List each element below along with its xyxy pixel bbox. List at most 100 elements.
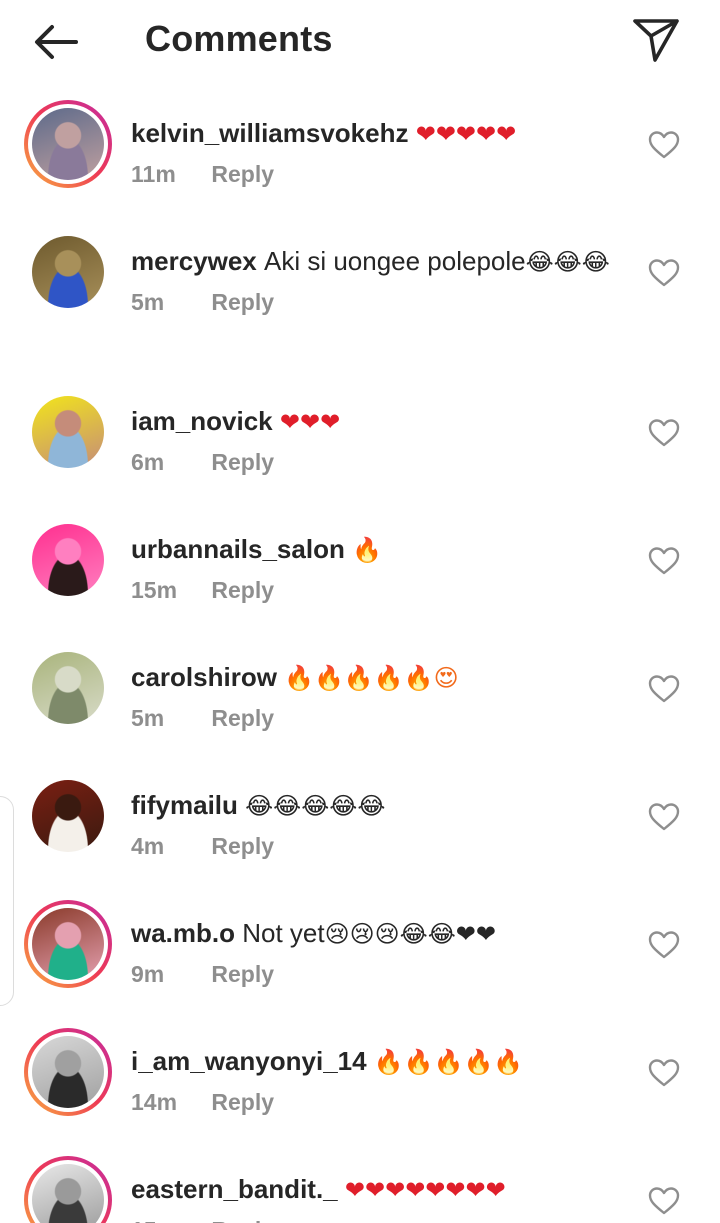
avatar-photo: [32, 236, 104, 308]
reply-button[interactable]: Reply: [211, 833, 274, 859]
back-arrow-icon[interactable]: [30, 18, 82, 66]
comment-username[interactable]: carolshirow: [131, 662, 284, 692]
reply-button[interactable]: Reply: [211, 1089, 274, 1115]
comment-username[interactable]: urbannails_salon: [131, 534, 352, 564]
avatar[interactable]: [24, 1028, 112, 1116]
avatar-photo: [32, 1036, 104, 1108]
comment-body: mercywex Aki si uongee polepole😂😂😂 5m Re…: [131, 244, 621, 316]
comment-body: fifymailu 😂😂😂😂😂 4m Reply: [131, 788, 621, 860]
comment-row[interactable]: mercywex Aki si uongee polepole😂😂😂 5m Re…: [0, 228, 720, 356]
comment-text: urbannails_salon 🔥: [131, 532, 621, 567]
comment-meta: 5m Reply: [131, 705, 621, 732]
reply-button[interactable]: Reply: [211, 577, 274, 603]
comment-timestamp: 4m: [131, 833, 165, 859]
comment-timestamp: 11m: [131, 161, 176, 187]
comment-body: iam_novick ❤❤❤ 6m Reply: [131, 404, 621, 476]
comment-text: i_am_wanyonyi_14 🔥🔥🔥🔥🔥: [131, 1044, 621, 1079]
comment-row[interactable]: wa.mb.o Not yet😢😢😢😂😂❤❤ 9m Reply: [0, 900, 720, 1028]
heart-like-icon[interactable]: [648, 1058, 680, 1088]
comment-username[interactable]: kelvin_williamsvokehz: [131, 118, 416, 148]
comment-text: fifymailu 😂😂😂😂😂: [131, 788, 621, 823]
reply-button[interactable]: Reply: [211, 961, 274, 987]
avatar[interactable]: [24, 516, 112, 604]
comment-body: kelvin_williamsvokehz ❤❤❤❤❤ 11m Reply: [131, 116, 621, 188]
heart-like-icon[interactable]: [648, 130, 680, 160]
heart-like-icon[interactable]: [648, 546, 680, 576]
avatar-photo: [32, 780, 104, 852]
comment-body: carolshirow 🔥🔥🔥🔥🔥😍 5m Reply: [131, 660, 621, 732]
comment-timestamp: 15m: [131, 1217, 191, 1223]
comment-timestamp: 6m: [131, 449, 165, 475]
avatar-photo: [32, 908, 104, 980]
comment-text: kelvin_williamsvokehz ❤❤❤❤❤: [131, 116, 621, 151]
comment-meta: 14m Reply: [131, 1089, 621, 1116]
comment-message: Not yet: [242, 918, 325, 948]
comment-emoji: 😢😢😢😂😂❤❤: [324, 920, 496, 948]
comment-text: carolshirow 🔥🔥🔥🔥🔥😍: [131, 660, 621, 695]
comment-meta: 6m Reply: [131, 449, 621, 476]
comment-row[interactable]: fifymailu 😂😂😂😂😂 4m Reply: [0, 772, 720, 900]
comment-username[interactable]: i_am_wanyonyi_14: [131, 1046, 374, 1076]
comment-username[interactable]: eastern_bandit._: [131, 1174, 345, 1204]
comment-body: i_am_wanyonyi_14 🔥🔥🔥🔥🔥 14m Reply: [131, 1044, 621, 1116]
share-send-icon[interactable]: [630, 14, 682, 66]
avatar[interactable]: [24, 388, 112, 476]
comment-row[interactable]: eastern_bandit._ ❤❤❤❤❤❤❤❤ 15m Reply: [0, 1156, 720, 1223]
avatar[interactable]: [24, 900, 112, 988]
reply-button[interactable]: Reply: [211, 449, 274, 475]
comment-row[interactable]: carolshirow 🔥🔥🔥🔥🔥😍 5m Reply: [0, 644, 720, 772]
comment-meta: 11m Reply: [131, 161, 621, 188]
reply-button[interactable]: Reply: [211, 705, 274, 731]
comment-emoji: ❤❤❤❤❤: [415, 120, 517, 148]
comment-meta: 4m Reply: [131, 833, 621, 860]
avatar[interactable]: [24, 1156, 112, 1223]
comment-emoji: 🔥🔥🔥🔥🔥😍: [284, 664, 459, 692]
heart-like-icon[interactable]: [648, 930, 680, 960]
avatar[interactable]: [24, 228, 112, 316]
avatar-photo: [32, 524, 104, 596]
side-drawer-handle[interactable]: [0, 796, 14, 1006]
avatar-photo: [32, 652, 104, 724]
reply-button[interactable]: Reply: [211, 161, 274, 187]
heart-like-icon[interactable]: [648, 258, 680, 288]
comment-meta: 9m Reply: [131, 961, 621, 988]
avatar-photo: [32, 1164, 104, 1223]
comment-timestamp: 9m: [131, 961, 165, 987]
comment-emoji: 😂😂😂: [525, 248, 610, 276]
reply-button[interactable]: Reply: [211, 1217, 274, 1223]
comment-row[interactable]: urbannails_salon 🔥 15m Reply: [0, 516, 720, 644]
comment-meta: 15m Reply: [131, 1217, 621, 1223]
avatar-photo: [32, 396, 104, 468]
avatar[interactable]: [24, 644, 112, 732]
comment-text: iam_novick ❤❤❤: [131, 404, 621, 439]
avatar[interactable]: [24, 772, 112, 860]
heart-like-icon[interactable]: [648, 418, 680, 448]
heart-like-icon[interactable]: [648, 1186, 680, 1216]
heart-like-icon[interactable]: [648, 674, 680, 704]
comment-timestamp: 15m: [131, 577, 178, 603]
comment-emoji: 🔥🔥🔥🔥🔥: [373, 1048, 524, 1076]
comment-timestamp: 5m: [131, 289, 165, 315]
comment-emoji: ❤❤❤❤❤❤❤❤: [344, 1176, 506, 1204]
comment-username[interactable]: wa.mb.o: [131, 918, 242, 948]
comment-username[interactable]: mercywex: [131, 246, 264, 276]
page-title: Comments: [145, 18, 333, 59]
comment-row[interactable]: kelvin_williamsvokehz ❤❤❤❤❤ 11m Reply: [0, 100, 720, 228]
comment-username[interactable]: iam_novick: [131, 406, 280, 436]
comment-timestamp: 14m: [131, 1089, 178, 1115]
comment-row[interactable]: iam_novick ❤❤❤ 6m Reply: [0, 388, 720, 516]
comment-message: Aki si uongee polepole: [263, 246, 526, 276]
comment-body: eastern_bandit._ ❤❤❤❤❤❤❤❤ 15m Reply: [131, 1172, 621, 1223]
comment-text: eastern_bandit._ ❤❤❤❤❤❤❤❤: [131, 1172, 621, 1207]
comment-text: mercywex Aki si uongee polepole😂😂😂: [131, 244, 621, 279]
heart-like-icon[interactable]: [648, 802, 680, 832]
comment-username[interactable]: fifymailu: [131, 790, 245, 820]
reply-button[interactable]: Reply: [211, 289, 274, 315]
comment-row[interactable]: i_am_wanyonyi_14 🔥🔥🔥🔥🔥 14m Reply: [0, 1028, 720, 1156]
comment-emoji: 🔥: [352, 536, 382, 564]
avatar[interactable]: [24, 100, 112, 188]
comment-text: wa.mb.o Not yet😢😢😢😂😂❤❤: [131, 916, 621, 951]
comment-meta: 5m Reply: [131, 289, 621, 316]
comment-emoji: ❤❤❤: [279, 408, 341, 436]
comment-emoji: 😂😂😂😂😂: [245, 792, 386, 820]
